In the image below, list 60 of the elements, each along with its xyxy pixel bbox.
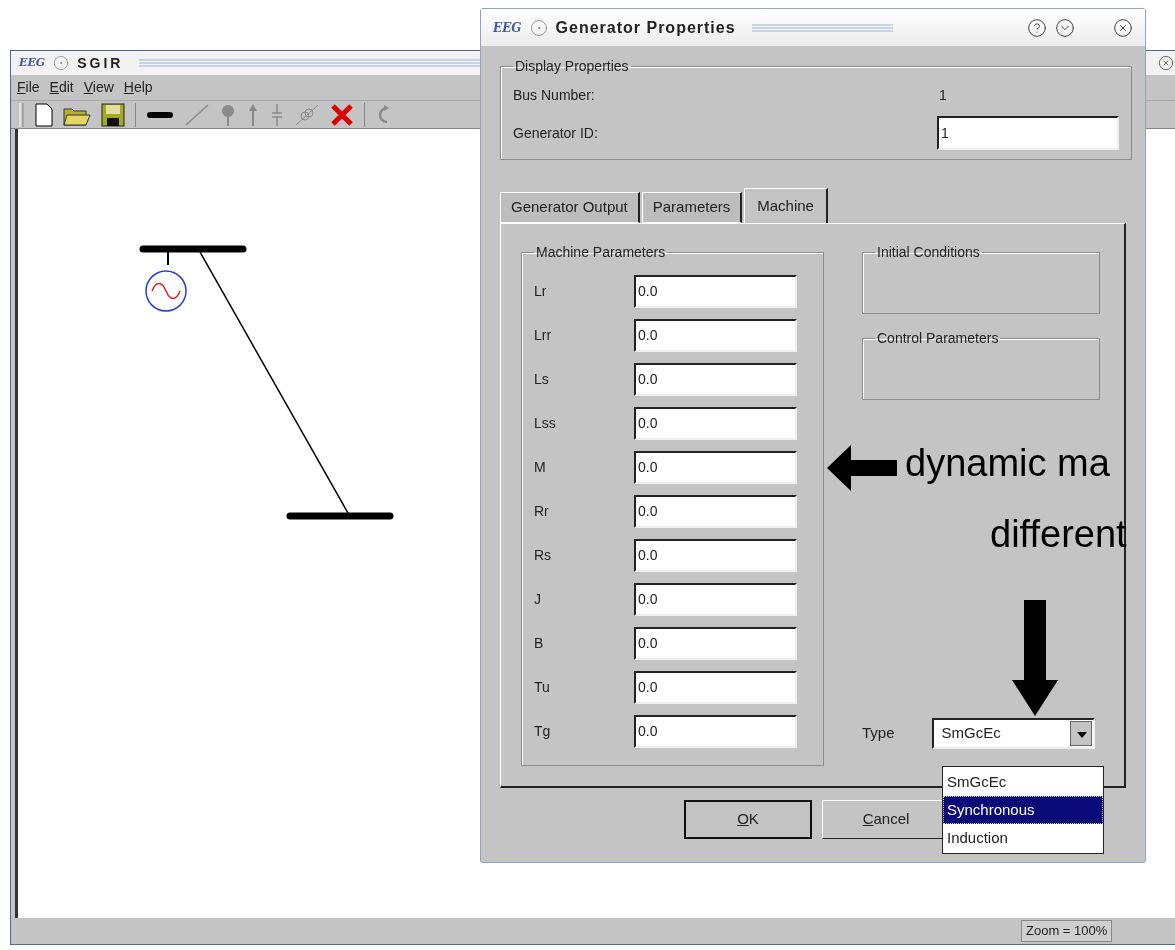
group-title: Control Parameters [876, 329, 1000, 348]
parameter-field[interactable]: 0.0 [634, 450, 797, 484]
parameter-label: Rs [534, 545, 553, 565]
parameter-field[interactable]: 0.0 [634, 538, 797, 572]
zoom-level: Zoom = 100% [1021, 920, 1113, 942]
type-value: SmGcEc [940, 723, 1002, 744]
menu-item[interactable]: File [17, 77, 40, 98]
generator-symbol [145, 251, 187, 312]
parameter-field[interactable]: 0.0 [634, 582, 797, 616]
close-icon[interactable] [1113, 17, 1133, 38]
menu-item[interactable]: Help [123, 77, 153, 98]
window-title: Generator Properties [555, 17, 736, 38]
parameter-label: M [534, 457, 547, 477]
parameter-label: Lss [534, 413, 557, 433]
help-icon[interactable] [1027, 17, 1047, 38]
menu-item[interactable]: Edit [49, 77, 74, 98]
parameter-field[interactable]: 0.0 [634, 406, 797, 440]
generator-id-field[interactable]: 1 [937, 116, 1119, 150]
new-file-icon[interactable] [35, 102, 53, 127]
save-icon[interactable] [101, 102, 125, 127]
parameter-label: J [534, 589, 542, 609]
app-logo: EEG [19, 54, 46, 71]
parameter-label: Rr [534, 501, 550, 521]
tab[interactable]: Parameters [641, 192, 743, 223]
parameter-label: Tu [534, 677, 551, 697]
app-logo: EEG [493, 19, 522, 37]
parameter-field[interactable]: 0.0 [634, 494, 797, 528]
parameter-label: Tg [534, 721, 552, 741]
tab[interactable]: Machine [744, 188, 828, 224]
parameter-field[interactable]: 0.0 [634, 626, 797, 660]
bus-number-value: 1 [939, 85, 947, 105]
type-label: Type [862, 723, 895, 744]
field-label: Generator ID: [513, 123, 599, 143]
menu-item[interactable]: View [83, 77, 114, 98]
group-title: Initial Conditions [876, 243, 981, 262]
close-icon[interactable] [1158, 55, 1174, 71]
parameter-label: Lr [534, 281, 548, 301]
tab[interactable]: Generator Output [500, 192, 640, 223]
parameter-label: Ls [534, 369, 550, 389]
type-dropdown[interactable]: SmGcEc [931, 718, 1095, 749]
annotation-text: dynamic ma [905, 444, 1110, 482]
delete-icon[interactable] [330, 102, 354, 127]
caret-icon[interactable] [1069, 721, 1092, 746]
parameter-label: B [534, 633, 545, 653]
left-arrow [827, 445, 897, 491]
dialog-button[interactable]: OK [684, 800, 812, 839]
parameter-label: Lrr [534, 325, 553, 345]
minimize-icon[interactable] [1055, 17, 1075, 38]
dropdown-option[interactable]: SmGcEc [943, 768, 1103, 796]
parameter-field[interactable]: 0.0 [634, 670, 797, 704]
window-menu-icon[interactable] [529, 18, 548, 37]
window-title: SGIR [77, 53, 124, 73]
parameter-field[interactable]: 0.0 [634, 714, 797, 748]
parameter-field[interactable]: 0.0 [634, 318, 797, 352]
group-title: Display Properties [514, 57, 630, 76]
group-title: Machine Parameters [535, 243, 667, 262]
parameter-field[interactable]: 0.0 [634, 274, 797, 308]
dropdown-option[interactable]: Synchronous [943, 796, 1103, 824]
parameter-field[interactable]: 0.0 [634, 362, 797, 396]
field-label: Bus Number: [513, 85, 596, 105]
